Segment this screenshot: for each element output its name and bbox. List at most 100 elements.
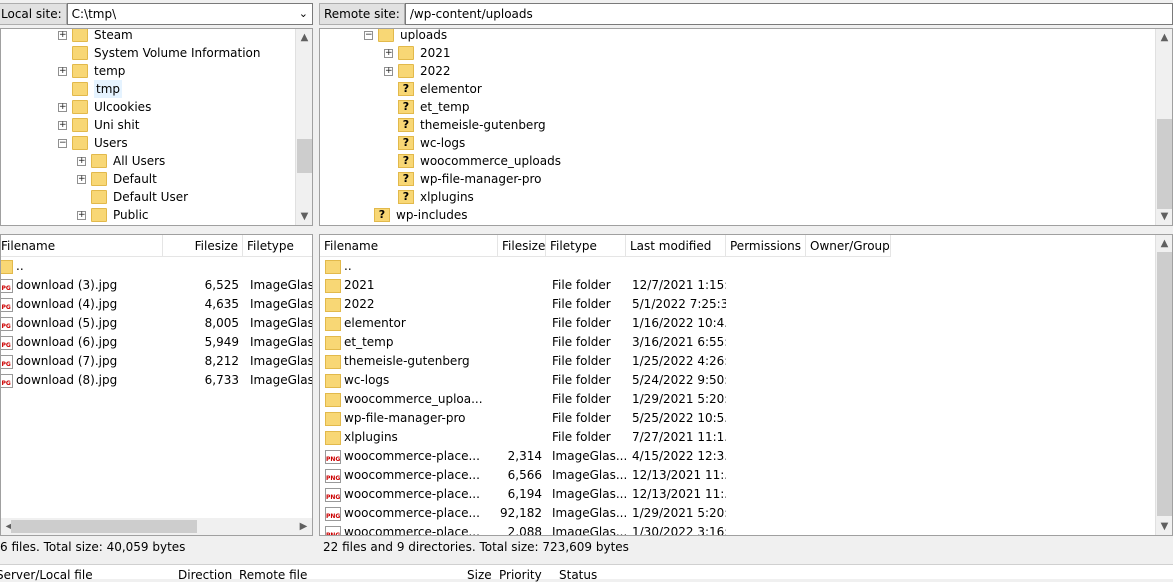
scroll-thumb[interactable] — [297, 139, 312, 173]
expand-icon[interactable]: + — [77, 156, 86, 166]
remote-path-combo[interactable]: /wp-content/uploads — [404, 3, 1173, 25]
folder-icon — [1, 259, 13, 274]
tree-item[interactable]: Default User — [77, 188, 188, 206]
col-header-filetype[interactable]: Filetype — [546, 235, 626, 257]
table-row[interactable]: JPGdownload (7).jpg 8,212 ImageGlass — [1, 352, 312, 371]
expand-icon[interactable]: − — [364, 30, 373, 40]
queue-col-remote-file[interactable]: Remote file — [239, 568, 307, 582]
col-header-owner-group[interactable]: Owner/Group — [806, 235, 891, 257]
filename-text: download (6).jpg — [16, 335, 118, 349]
expand-icon[interactable]: + — [77, 210, 86, 220]
tree-item[interactable]: ? wp-file-manager-pro — [384, 170, 542, 188]
expand-icon[interactable]: + — [77, 174, 86, 184]
remote-list-scrollbar[interactable]: ▲ ▼ — [1155, 235, 1172, 535]
cell-filename: xlplugins — [325, 428, 495, 447]
queue-col-direction[interactable]: Direction — [178, 568, 232, 582]
tree-item[interactable]: − Users — [58, 134, 128, 152]
queue-col-size[interactable]: Size — [467, 568, 492, 582]
table-row[interactable]: .. — [320, 257, 1155, 276]
table-row[interactable]: JPGdownload (5).jpg 8,005 ImageGlass — [1, 314, 312, 333]
tree-item[interactable]: ? wp-includes — [360, 206, 468, 224]
expand-icon[interactable]: + — [58, 30, 67, 40]
local-hscrollbar[interactable]: ◀ ▶ — [1, 518, 312, 535]
queue-col-server-local[interactable]: Server/Local file — [0, 568, 93, 582]
local-file-list[interactable]: Filename Filesize Filetype .. JPG download… — [0, 234, 313, 536]
table-row[interactable]: wc-logs File folder 5/24/2022 9:50:... — [320, 371, 1155, 390]
table-row[interactable]: xlplugins File folder 7/27/2021 11:1... — [320, 428, 1155, 447]
tree-item[interactable]: ? themeisle-gutenberg — [384, 116, 546, 134]
col-header-filetype[interactable]: Filetype — [243, 235, 312, 257]
tree-item[interactable]: + All Users — [77, 152, 165, 170]
table-row[interactable]: 2021 File folder 12/7/2021 1:15:... — [320, 276, 1155, 295]
tree-item[interactable]: + Public — [77, 206, 149, 224]
tree-item[interactable]: − uploads — [364, 29, 447, 44]
table-row[interactable]: JPGdownload (3).jpg 6,525 ImageGlass — [1, 276, 312, 295]
table-row[interactable]: PNG woocommerce-place... 2,314 ImageGlas...… — [320, 447, 1155, 466]
col-header-filesize[interactable]: Filesize — [163, 235, 243, 257]
tree-item[interactable]: ? xlplugins — [384, 188, 474, 206]
table-row[interactable]: et_temp File folder 3/16/2021 6:55:... — [320, 333, 1155, 352]
col-header-filename[interactable]: Filename — [320, 235, 498, 257]
local-tree-scrollbar[interactable]: ▲ ▼ — [295, 29, 312, 225]
remote-file-list[interactable]: Filename Filesize Filetype Last modified… — [319, 234, 1173, 536]
scroll-right-icon[interactable]: ▶ — [295, 518, 312, 535]
tree-item[interactable]: System Volume Information — [58, 44, 260, 62]
queue-header: Server/Local file Direction Remote file … — [0, 564, 1173, 582]
scroll-thumb[interactable] — [1157, 119, 1172, 209]
queue-col-priority[interactable]: Priority — [499, 568, 542, 582]
tree-item[interactable]: + temp — [58, 62, 125, 80]
scroll-down-icon[interactable]: ▼ — [1156, 208, 1172, 225]
scroll-down-icon[interactable]: ▼ — [1156, 518, 1172, 535]
tree-item[interactable]: ? wc-logs — [384, 134, 465, 152]
scroll-up-icon[interactable]: ▲ — [1156, 235, 1172, 252]
table-row[interactable]: PNG woocommerce-place... 2,088 ImageGlas...… — [320, 523, 1155, 535]
expand-icon[interactable]: + — [384, 48, 393, 58]
tree-item[interactable]: ? elementor — [384, 80, 482, 98]
table-row[interactable]: PNG woocommerce-place... 92,182 ImageGlas..… — [320, 504, 1155, 523]
local-tree[interactable]: + Steam System Volume Information + temp tmp +… — [0, 28, 313, 226]
scroll-up-icon[interactable]: ▲ — [296, 29, 312, 46]
scroll-thumb[interactable] — [1157, 252, 1172, 516]
tree-item[interactable]: + Default — [77, 170, 157, 188]
expand-icon[interactable]: + — [384, 66, 393, 76]
expand-icon[interactable]: + — [58, 66, 67, 76]
table-row[interactable]: PNG woocommerce-place... 6,566 ImageGlas...… — [320, 466, 1155, 485]
table-row[interactable]: .. — [1, 257, 296, 276]
table-row[interactable]: themeisle-gutenberg File folder 1/25/2022 … — [320, 352, 1155, 371]
png-icon: PNG — [325, 468, 341, 483]
tree-item[interactable]: ? et_temp — [384, 98, 469, 116]
tree-item[interactable]: ? woocommerce_uploads — [384, 152, 561, 170]
table-row[interactable]: woocommerce_uploa... File folder 1/29/2021… — [320, 390, 1155, 409]
scroll-thumb[interactable] — [11, 520, 197, 533]
table-row[interactable]: elementor File folder 1/16/2022 10:4... — [320, 314, 1155, 333]
tree-item[interactable]: + Ulcookies — [58, 98, 151, 116]
col-header-last-modified[interactable]: Last modified — [626, 235, 726, 257]
tree-item-label: All Users — [113, 154, 166, 168]
table-row[interactable]: JPGdownload (8).jpg 6,733 ImageGlass — [1, 371, 312, 390]
table-row[interactable]: JPGdownload (6).jpg 5,949 ImageGlass — [1, 333, 312, 352]
tree-item[interactable]: tmp — [58, 80, 123, 98]
table-row[interactable]: JPGdownload (4).jpg 4,635 ImageGlass — [1, 295, 312, 314]
scroll-down-icon[interactable]: ▼ — [296, 208, 312, 225]
scroll-up-icon[interactable]: ▲ — [1156, 29, 1172, 46]
expand-icon[interactable]: + — [58, 120, 67, 130]
chevron-down-icon[interactable]: ⌄ — [299, 4, 308, 24]
col-header-permissions[interactable]: Permissions — [726, 235, 806, 257]
tree-item[interactable]: + Uni shit — [58, 116, 139, 134]
cell-filename: woocommerce_uploa... — [325, 390, 495, 409]
table-row[interactable]: 2022 File folder 5/1/2022 7:25:3... — [320, 295, 1155, 314]
tree-item[interactable]: +2021 — [384, 44, 451, 62]
remote-tree[interactable]: − uploads +2021 +2022? elementor? et_temp? the… — [319, 28, 1173, 226]
queue-col-status[interactable]: Status — [559, 568, 597, 582]
table-row[interactable]: wp-file-manager-pro File folder 5/25/2022 … — [320, 409, 1155, 428]
expand-icon[interactable]: − — [58, 138, 67, 148]
tree-item[interactable]: + Steam — [58, 29, 133, 44]
col-header-filesize[interactable]: Filesize — [498, 235, 546, 257]
col-header-filename[interactable]: Filename — [1, 235, 163, 257]
remote-tree-scrollbar[interactable]: ▲ ▼ — [1155, 29, 1172, 225]
tree-item[interactable]: +2022 — [384, 62, 451, 80]
folder-icon — [325, 297, 341, 312]
local-path-combo[interactable]: C:\tmp\ ⌄ — [66, 3, 313, 25]
expand-icon[interactable]: + — [58, 102, 67, 112]
table-row[interactable]: PNG woocommerce-place... 6,194 ImageGlas...… — [320, 485, 1155, 504]
